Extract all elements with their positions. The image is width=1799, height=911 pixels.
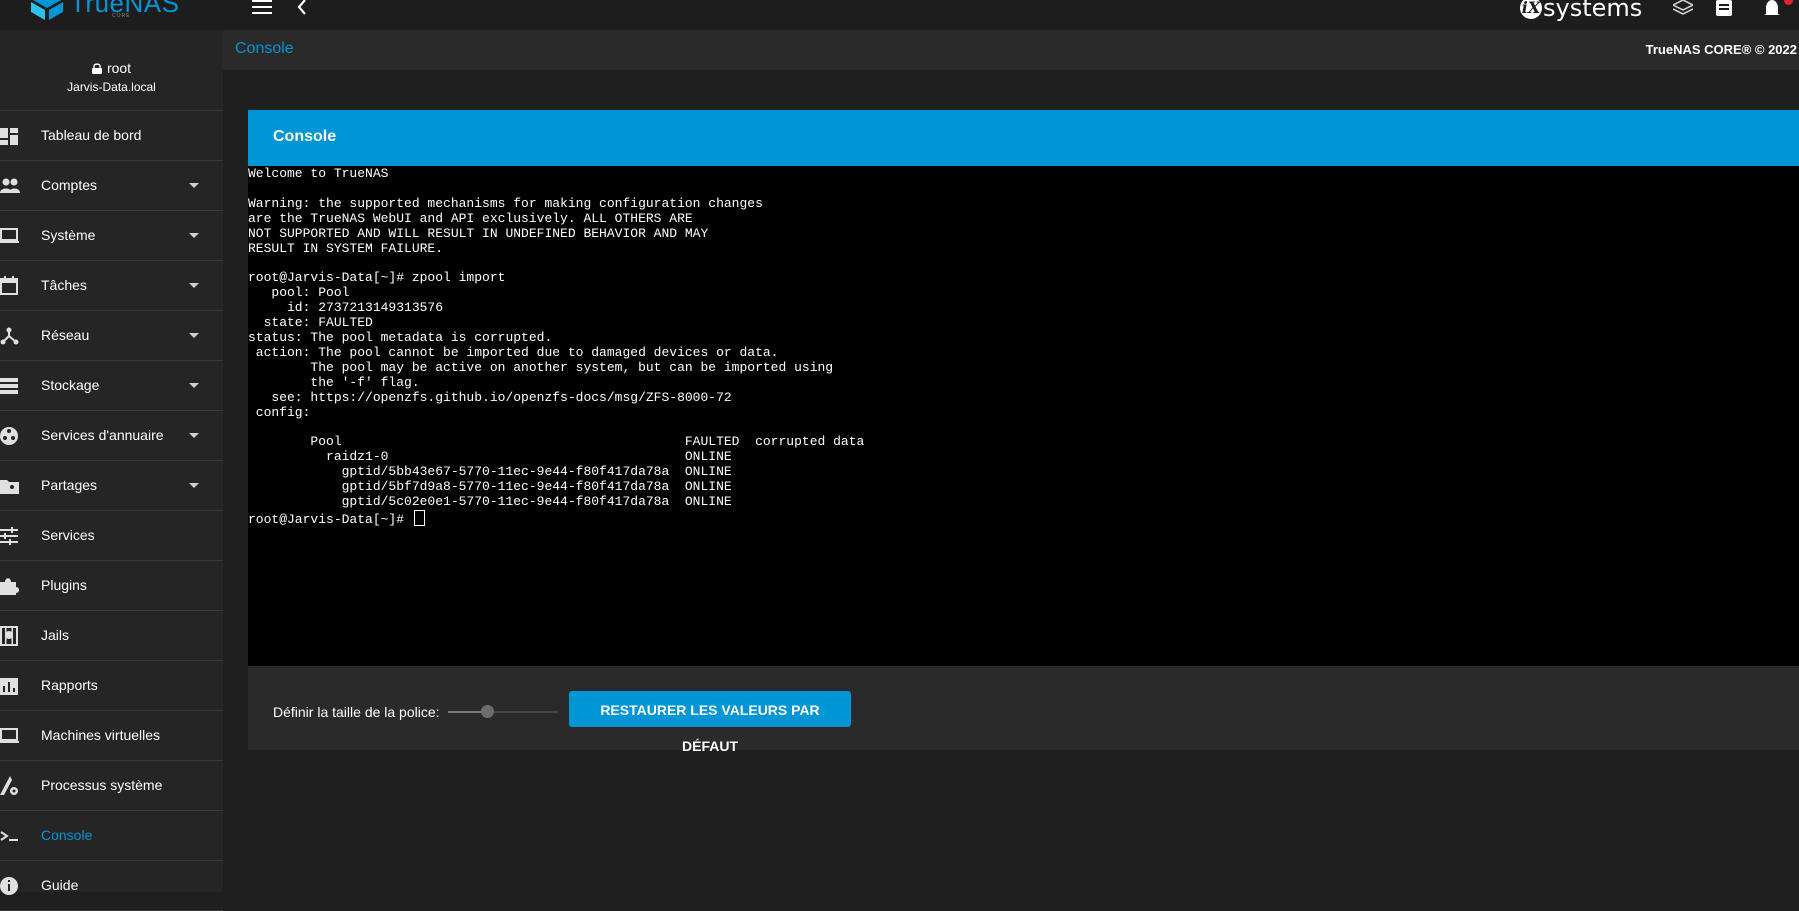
calendar-icon bbox=[0, 276, 18, 295]
lock-icon bbox=[91, 62, 102, 74]
sidebar-item-label: Tableau de bord bbox=[41, 127, 142, 143]
caret-down-icon[interactable] bbox=[189, 233, 199, 238]
page-header: Console TrueNAS CORE® © 2022 bbox=[223, 30, 1799, 70]
ixsystems-text: systems bbox=[1543, 0, 1643, 22]
sidebar-item-services[interactable]: Services bbox=[0, 511, 223, 561]
slider-thumb[interactable] bbox=[480, 705, 494, 718]
dashboard-icon bbox=[0, 128, 18, 145]
computer-icon bbox=[0, 728, 19, 743]
sidebar-item-label: Partages bbox=[41, 477, 98, 493]
sidebar-item-stockage[interactable]: Stockage bbox=[0, 361, 223, 411]
sidebar-item-label: Machines virtuelles bbox=[41, 727, 161, 743]
sidebar-item-label: Console bbox=[41, 827, 93, 843]
sidebar-item-rapports[interactable]: Rapports bbox=[0, 661, 223, 711]
caret-down-icon[interactable] bbox=[189, 283, 199, 288]
layers-icon[interactable] bbox=[1673, 0, 1693, 18]
ixsystems-logo[interactable]: iX systems bbox=[1520, 0, 1642, 22]
network-icon bbox=[0, 327, 19, 345]
caret-down-icon[interactable] bbox=[189, 183, 199, 188]
user-panel: root Jarvis-Data.local bbox=[0, 30, 223, 110]
bell-icon[interactable] bbox=[1762, 0, 1782, 18]
sidebar-item-reseau[interactable]: Réseau bbox=[0, 311, 223, 361]
chevron-left-icon[interactable] bbox=[295, 0, 309, 16]
sidebar-item-console[interactable]: Console bbox=[0, 811, 223, 861]
caret-down-icon[interactable] bbox=[189, 383, 199, 388]
truenas-logo[interactable]: TrueNAS CORE bbox=[30, 0, 179, 20]
storage-icon bbox=[0, 378, 18, 394]
sidebar-item-label: Rapports bbox=[41, 677, 98, 693]
ixsystems-mark: iX bbox=[1520, 0, 1542, 19]
sidebar-item-label: Services d'annuaire bbox=[41, 427, 164, 443]
terminal-prompt: root@Jarvis-Data[~]# bbox=[248, 511, 412, 527]
menu-icon[interactable] bbox=[252, 0, 272, 14]
puzzle-icon bbox=[0, 578, 19, 595]
caret-down-icon[interactable] bbox=[189, 433, 199, 438]
sidebar-item-label: Comptes bbox=[41, 177, 98, 193]
directory-icon bbox=[0, 427, 18, 445]
sidebar-item-label: Tâches bbox=[41, 277, 87, 293]
console-title: Console bbox=[273, 128, 337, 145]
caret-down-icon[interactable] bbox=[189, 483, 199, 488]
logo-subtext: CORE bbox=[112, 13, 131, 19]
sidebar-item-label: Services bbox=[41, 527, 95, 543]
people-icon bbox=[0, 178, 20, 193]
sidebar-item-label: Plugins bbox=[41, 577, 87, 593]
console-controls: Définir la taille de la police: RESTAURE… bbox=[248, 666, 1799, 754]
console-icon bbox=[0, 831, 18, 841]
sidebar-item-systeme[interactable]: Système bbox=[0, 211, 223, 261]
font-size-label: Définir la taille de la police: bbox=[273, 704, 440, 720]
top-bar: TrueNAS CORE iX systems bbox=[0, 0, 1799, 30]
folder-shared-icon bbox=[0, 480, 19, 494]
sidebar: root Jarvis-Data.local Tableau de bord Co… bbox=[0, 30, 223, 911]
console-card-header: Console bbox=[248, 110, 1799, 166]
sidebar-item-jails[interactable]: Jails bbox=[0, 611, 223, 661]
sidebar-item-tableau-de-bord[interactable]: Tableau de bord bbox=[0, 111, 223, 161]
chart-icon bbox=[0, 678, 18, 695]
sidebar-item-label: Jails bbox=[41, 627, 70, 643]
tune-icon bbox=[0, 527, 18, 545]
copyright-text: TrueNAS CORE® © 2022 bbox=[1645, 42, 1797, 57]
notification-badge bbox=[1784, 0, 1793, 5]
sidebar-item-plugins[interactable]: Plugins bbox=[0, 561, 223, 611]
sidebar-item-taches[interactable]: Tâches bbox=[0, 261, 223, 311]
sidebar-item-label: Réseau bbox=[41, 327, 90, 343]
truenas-logo-icon bbox=[31, 0, 63, 20]
terminal[interactable]: Welcome to TrueNAS Warning: the supporte… bbox=[248, 166, 1799, 666]
sidebar-item-guide[interactable]: Guide bbox=[0, 861, 223, 911]
breadcrumb[interactable]: Console bbox=[235, 40, 294, 58]
sidebar-item-partages[interactable]: Partages bbox=[0, 461, 223, 511]
console-card: Console Welcome to TrueNAS Warning: the … bbox=[248, 110, 1799, 754]
reset-defaults-button[interactable]: RESTAURER LES VALEURS PAR DÉFAUT bbox=[569, 691, 851, 754]
laptop-icon bbox=[0, 228, 19, 243]
sidebar-item-label: Guide bbox=[41, 877, 79, 893]
jail-icon bbox=[0, 626, 18, 646]
username: root bbox=[106, 60, 132, 76]
terminal-history: Welcome to TrueNAS Warning: the supporte… bbox=[248, 166, 865, 509]
sidebar-item-services-d-annuaire[interactable]: Services d'annuaire bbox=[0, 411, 223, 461]
sidebar-item-label: Processus système bbox=[41, 777, 163, 793]
sidebar-item-label: Stockage bbox=[41, 377, 100, 393]
process-icon bbox=[0, 776, 18, 795]
terminal-cursor bbox=[413, 509, 425, 526]
font-size-slider[interactable] bbox=[448, 700, 558, 724]
sidebar-item-comptes[interactable]: Comptes bbox=[0, 161, 223, 211]
sidebar-item-machines-virtuelles[interactable]: Machines virtuelles bbox=[0, 711, 223, 761]
caret-down-icon[interactable] bbox=[189, 333, 199, 338]
hostname: Jarvis-Data.local bbox=[67, 80, 156, 94]
sidebar-item-label: Système bbox=[41, 227, 96, 243]
sidebar-nav: Tableau de bord Comptes Système Tâches Résea… bbox=[0, 110, 223, 911]
info-icon bbox=[0, 877, 18, 895]
terminal-output: Welcome to TrueNAS Warning: the supporte… bbox=[248, 166, 1799, 528]
clipboard-icon[interactable] bbox=[1714, 0, 1734, 18]
sidebar-item-processus-systeme[interactable]: Processus système bbox=[0, 761, 223, 811]
